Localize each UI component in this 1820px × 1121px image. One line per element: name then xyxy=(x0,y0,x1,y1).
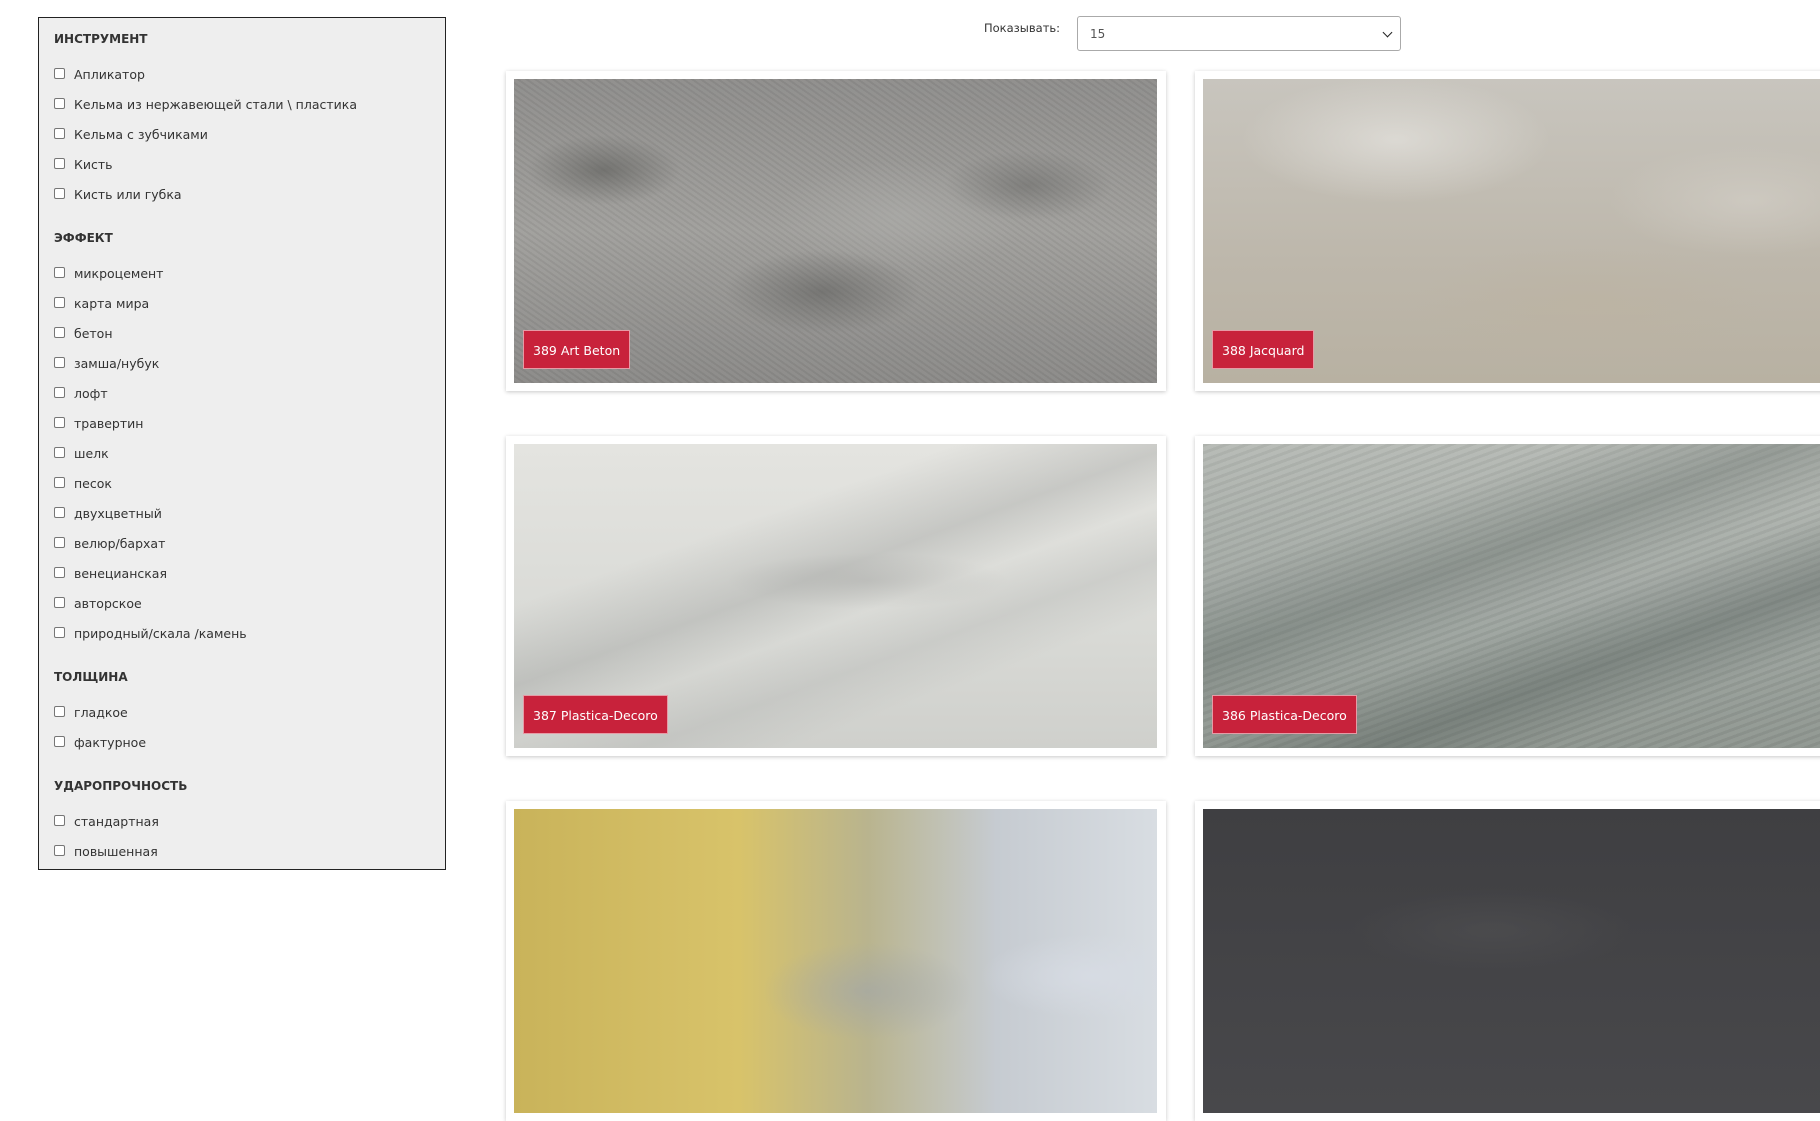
checkbox[interactable] xyxy=(54,626,65,638)
product-card[interactable] xyxy=(506,801,1166,1121)
checkbox[interactable] xyxy=(54,705,65,717)
checkbox[interactable] xyxy=(54,266,65,278)
filter-option-label[interactable]: природный/скала /камень xyxy=(74,626,247,641)
filter-option-label[interactable]: лофт xyxy=(74,386,108,401)
filter-option-label[interactable]: Кельма с зубчиками xyxy=(74,127,208,142)
filter-option[interactable]: замша/нубук xyxy=(54,347,430,377)
filter-option[interactable]: фактурное xyxy=(54,726,430,756)
filter-option[interactable]: стандартная xyxy=(54,805,430,835)
checkbox[interactable] xyxy=(54,67,65,79)
checkbox[interactable] xyxy=(54,187,65,199)
filter-option-label[interactable]: карта мира xyxy=(74,296,149,311)
filter-option-label[interactable]: велюр/бархат xyxy=(74,536,165,551)
filter-option[interactable]: микроцемент xyxy=(54,257,430,287)
product-card[interactable]: 387 Plastica-Decoro xyxy=(506,436,1166,756)
filter-option-label[interactable]: песок xyxy=(74,476,112,491)
product-image[interactable] xyxy=(1203,809,1820,1113)
product-card[interactable]: 389 Art Beton xyxy=(506,71,1166,391)
per-page-select[interactable]: 15 xyxy=(1077,16,1401,51)
checkbox[interactable] xyxy=(54,386,65,398)
filter-option-label[interactable]: травертин xyxy=(74,416,143,431)
checkbox[interactable] xyxy=(54,566,65,578)
filter-option-label[interactable]: авторское xyxy=(74,596,142,611)
checkbox[interactable] xyxy=(54,326,65,338)
filter-option[interactable]: Кельма с зубчиками xyxy=(54,118,430,148)
per-page-value[interactable]: 15 xyxy=(1090,27,1105,41)
filter-option-label[interactable]: Апликатор xyxy=(74,67,145,82)
product-card[interactable]: 388 Jacquard xyxy=(1195,71,1820,391)
product-image[interactable]: 386 Plastica-Decoro xyxy=(1203,444,1820,748)
checkbox[interactable] xyxy=(54,596,65,608)
filter-option[interactable]: бетон xyxy=(54,317,430,347)
filter-group-title: ТОЛЩИНА xyxy=(54,670,128,684)
checkbox[interactable] xyxy=(54,735,65,747)
filter-group-title: УДАРОПРОЧНОСТЬ xyxy=(54,779,188,793)
checkbox[interactable] xyxy=(54,157,65,169)
filter-option[interactable]: песок xyxy=(54,467,430,497)
checkbox[interactable] xyxy=(54,356,65,368)
product-label[interactable]: 387 Plastica-Decoro xyxy=(523,695,668,734)
filter-option[interactable]: авторское xyxy=(54,587,430,617)
checkbox[interactable] xyxy=(54,97,65,109)
product-image[interactable]: 387 Plastica-Decoro xyxy=(514,444,1157,748)
chevron-down-icon[interactable] xyxy=(1382,27,1393,38)
checkbox[interactable] xyxy=(54,127,65,139)
filter-option[interactable]: гладкое xyxy=(54,696,430,726)
product-image[interactable] xyxy=(514,809,1157,1113)
filter-option[interactable]: травертин xyxy=(54,407,430,437)
filter-option-label[interactable]: Кисть xyxy=(74,157,113,172)
filter-option[interactable]: двухцветный xyxy=(54,497,430,527)
filter-option-label[interactable]: Кисть или губка xyxy=(74,187,182,202)
checkbox[interactable] xyxy=(54,476,65,488)
filter-option-label[interactable]: фактурное xyxy=(74,735,146,750)
filter-option[interactable]: шелк xyxy=(54,437,430,467)
filter-option-label[interactable]: микроцемент xyxy=(74,266,163,281)
filter-option-label[interactable]: стандартная xyxy=(74,814,159,829)
filter-option[interactable]: Кельма из нержавеющей стали \ пластика xyxy=(54,88,430,118)
filter-option[interactable]: природный/скала /камень xyxy=(54,617,430,647)
filter-option-label[interactable]: гладкое xyxy=(74,705,128,720)
filter-option[interactable]: венецианская xyxy=(54,557,430,587)
checkbox[interactable] xyxy=(54,814,65,826)
checkbox[interactable] xyxy=(54,296,65,308)
product-card[interactable] xyxy=(1195,801,1820,1121)
filter-option-label[interactable]: двухцветный xyxy=(74,506,162,521)
filter-option[interactable]: Кисть xyxy=(54,148,430,178)
filter-group-tool: ИНСТРУМЕНТ Апликатор Кельма из нержавеющ… xyxy=(54,31,430,208)
filter-option[interactable]: лофт xyxy=(54,377,430,407)
filter-sidebar: ИНСТРУМЕНТ Апликатор Кельма из нержавеющ… xyxy=(38,17,446,870)
checkbox[interactable] xyxy=(54,506,65,518)
filter-group-impact: УДАРОПРОЧНОСТЬ стандартная повышенная xyxy=(54,778,430,865)
checkbox[interactable] xyxy=(54,536,65,548)
per-page-label: Показывать: xyxy=(984,21,1061,35)
filter-option-label[interactable]: повышенная xyxy=(74,844,158,859)
filter-group-thickness: ТОЛЩИНА гладкое фактурное xyxy=(54,669,430,756)
filter-option-label[interactable]: замша/нубук xyxy=(74,356,159,371)
product-card[interactable]: 386 Plastica-Decoro xyxy=(1195,436,1820,756)
filter-group-title: ИНСТРУМЕНТ xyxy=(54,32,148,46)
product-label[interactable]: 389 Art Beton xyxy=(523,330,631,369)
filter-option[interactable]: повышенная xyxy=(54,835,430,865)
filter-option[interactable]: велюр/бархат xyxy=(54,527,430,557)
filter-option-label[interactable]: Кельма из нержавеющей стали \ пластика xyxy=(74,97,357,112)
product-label[interactable]: 386 Plastica-Decoro xyxy=(1212,695,1357,734)
product-label[interactable]: 388 Jacquard xyxy=(1212,330,1315,369)
product-image[interactable]: 388 Jacquard xyxy=(1203,79,1820,383)
product-image[interactable]: 389 Art Beton xyxy=(514,79,1157,383)
filter-option[interactable]: Апликатор xyxy=(54,58,430,88)
filter-option-label[interactable]: бетон xyxy=(74,326,113,341)
checkbox[interactable] xyxy=(54,416,65,428)
checkbox[interactable] xyxy=(54,844,65,856)
filter-group-effect: ЭФФЕКТ микроцемент карта мира бетон замш… xyxy=(54,230,430,647)
filter-option[interactable]: карта мира xyxy=(54,287,430,317)
filter-option[interactable]: Кисть или губка xyxy=(54,178,430,208)
checkbox[interactable] xyxy=(54,446,65,458)
filter-group-title: ЭФФЕКТ xyxy=(54,231,113,245)
filter-option-label[interactable]: венецианская xyxy=(74,566,167,581)
filter-option-label[interactable]: шелк xyxy=(74,446,109,461)
